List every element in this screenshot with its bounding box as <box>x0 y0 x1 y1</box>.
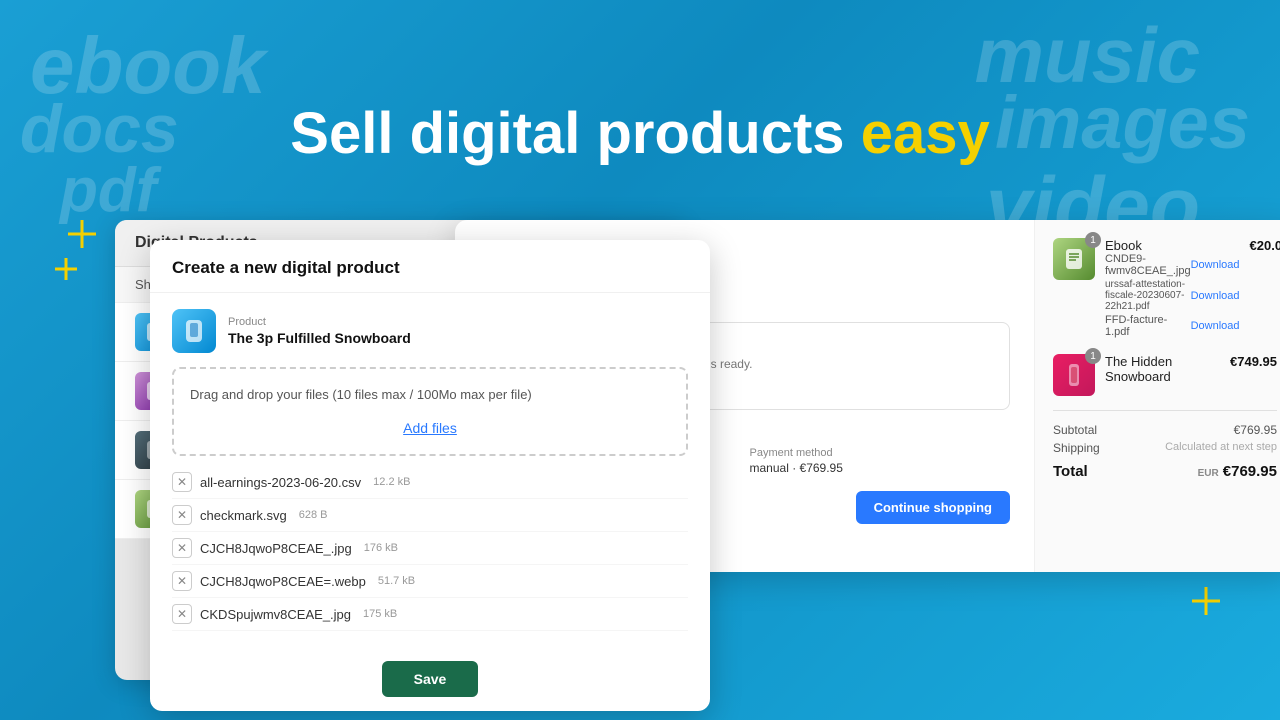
file-size: 176 kB <box>364 542 398 554</box>
product-name-col: The Hidden Snowboard <box>1105 354 1220 384</box>
shipping-row: Shipping Calculated at next step <box>1053 441 1277 455</box>
remove-file-button[interactable]: ✕ <box>172 538 192 558</box>
file-name: urssaf-attestation-fiscale-20230607-22h2… <box>1105 279 1191 312</box>
list-item: ✕ CJCH8JqwoP8CEAE_.jpg 176 kB <box>172 532 688 565</box>
product-badge: 1 <box>1085 348 1101 364</box>
total-label: Total <box>1053 463 1088 480</box>
shipping-label: Shipping <box>1053 441 1100 455</box>
product-price: €20.00 <box>1250 238 1280 253</box>
divider <box>1053 410 1277 411</box>
product-badge: 1 <box>1085 232 1101 248</box>
dropzone-label: Drag and drop your files (10 files max /… <box>190 387 670 402</box>
remove-file-button[interactable]: ✕ <box>172 571 192 591</box>
product-label: Product <box>228 316 411 328</box>
file-name: checkmark.svg <box>200 508 287 523</box>
file-name: FFD-facture-1.pdf <box>1105 314 1191 338</box>
download-file-row[interactable]: FFD-facture-1.pdf Download <box>1105 314 1240 338</box>
list-item: ✕ checkmark.svg 628 B <box>172 499 688 532</box>
download-link[interactable]: Download <box>1191 259 1240 271</box>
create-modal: Create a new digital product Product The… <box>150 240 710 711</box>
file-name: CNDE9-fwmv8CEAE_.jpg <box>1105 253 1191 277</box>
snowboard-product-icon <box>1062 363 1086 387</box>
download-file-row[interactable]: urssaf-attestation-fiscale-20230607-22h2… <box>1105 279 1240 312</box>
product-info: Product The 3p Fulfilled Snowboard <box>228 316 411 346</box>
list-item: ✕ CKDSpujwmv8CEAE_.jpg 175 kB <box>172 598 688 631</box>
product-thumb-ebook: 1 <box>1053 238 1095 280</box>
subtotal-label: Subtotal <box>1053 423 1097 437</box>
create-modal-title: Create a new digital product <box>150 240 710 293</box>
headline-main: Sell digital products <box>290 101 860 166</box>
download-file-row[interactable]: CNDE9-fwmv8CEAE_.jpg Download <box>1105 253 1240 277</box>
product-thumbnail <box>172 309 216 353</box>
bg-word-pdf: pdf <box>60 155 156 226</box>
file-name: all-earnings-2023-06-20.csv <box>200 475 361 490</box>
product-row: Product The 3p Fulfilled Snowboard <box>172 309 688 353</box>
payment-value: manual · €769.95 <box>750 461 1011 475</box>
product-name-col: Ebook CNDE9-fwmv8CEAE_.jpg Download urss… <box>1105 238 1240 340</box>
subtotal-value: €769.95 <box>1234 423 1277 437</box>
headline: Sell digital products easy <box>290 100 989 167</box>
product-price: €749.95 <box>1230 354 1277 369</box>
sparkle-right-bottom-icon <box>1192 587 1220 615</box>
download-link[interactable]: Download <box>1191 290 1240 302</box>
file-list: ✕ all-earnings-2023-06-20.csv 12.2 kB ✕ … <box>172 466 688 631</box>
product-title: Ebook <box>1105 238 1240 253</box>
product-title: The Hidden Snowboard <box>1105 354 1220 384</box>
snowboard-thumb-icon <box>181 318 207 344</box>
bg-word-images: images <box>995 80 1250 165</box>
list-item: ✕ CJCH8JqwoP8CEAE=.webp 51.7 kB <box>172 565 688 598</box>
remove-file-button[interactable]: ✕ <box>172 472 192 492</box>
payment-col: Payment method manual · €769.95 <box>750 447 1011 475</box>
product-name: The 3p Fulfilled Snowboard <box>228 330 411 346</box>
order-sidebar: 1 Ebook CNDE9-fwmv8CEAE_.jpg Download ur… <box>1035 220 1280 572</box>
order-product-row: 1 Ebook CNDE9-fwmv8CEAE_.jpg Download ur… <box>1053 238 1277 340</box>
list-item: ✕ all-earnings-2023-06-20.csv 12.2 kB <box>172 466 688 499</box>
product-thumb-snowboard: 1 <box>1053 354 1095 396</box>
currency-label: EUR <box>1198 468 1219 479</box>
create-modal-body: Product The 3p Fulfilled Snowboard Drag … <box>150 293 710 647</box>
headline-accent: easy <box>861 101 990 166</box>
file-name: CJCH8JqwoP8CEAE=.webp <box>200 574 366 589</box>
save-button[interactable]: Save <box>382 661 479 697</box>
file-size: 628 B <box>299 509 328 521</box>
remove-file-button[interactable]: ✕ <box>172 604 192 624</box>
order-product-row: 1 The Hidden Snowboard €749.95 <box>1053 354 1277 396</box>
add-files-button[interactable]: Add files <box>190 414 670 442</box>
sparkle-left-top-icon <box>68 220 96 248</box>
payment-label: Payment method <box>750 447 1011 459</box>
download-link[interactable]: Download <box>1191 320 1240 332</box>
dropzone[interactable]: Drag and drop your files (10 files max /… <box>172 367 688 456</box>
file-name: CKDSpujwmv8CEAE_.jpg <box>200 607 351 622</box>
total-value: €769.95 <box>1223 463 1277 480</box>
content-area: Digital Products Showing 4 digital p... … <box>115 220 1165 700</box>
file-name: CJCH8JqwoP8CEAE_.jpg <box>200 541 352 556</box>
shipping-value: Calculated at next step <box>1165 441 1277 455</box>
file-size: 175 kB <box>363 608 397 620</box>
sparkle-left-bottom-icon <box>55 258 77 280</box>
total-amount: EUR €769.95 <box>1198 463 1277 480</box>
ebook-product-icon <box>1062 247 1086 271</box>
remove-file-button[interactable]: ✕ <box>172 505 192 525</box>
file-size: 12.2 kB <box>373 476 410 488</box>
continue-shopping-button[interactable]: Continue shopping <box>856 491 1010 524</box>
subtotal-row: Subtotal €769.95 <box>1053 423 1277 437</box>
total-row: Total EUR €769.95 <box>1053 463 1277 480</box>
file-size: 51.7 kB <box>378 575 415 587</box>
